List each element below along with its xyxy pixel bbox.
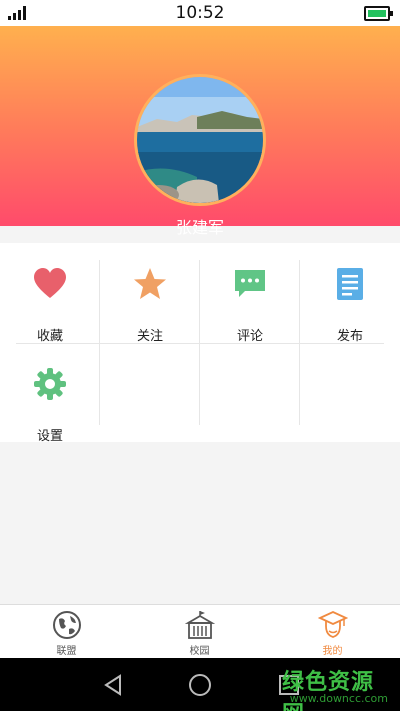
tab-mine[interactable]: 我的 (266, 605, 399, 659)
heart-icon (34, 268, 66, 298)
back-icon[interactable] (100, 672, 126, 698)
watermark-url: www.downcc.com (289, 692, 388, 705)
comment-icon (235, 270, 265, 297)
profile-header: 张建军 (0, 26, 400, 237)
building-icon (185, 611, 215, 639)
username: 张建军 (175, 218, 224, 237)
tab-campus[interactable]: 校园 (133, 605, 266, 659)
function-grid: 收藏 关注 评论 发布 设置 (0, 243, 400, 444)
tab-label: 我的 (322, 646, 343, 657)
grid-item-label: 发布 (336, 329, 363, 344)
document-icon (337, 268, 363, 300)
tab-label: 校园 (189, 646, 210, 657)
star-icon (134, 268, 166, 299)
battery-icon (364, 6, 393, 21)
grid-item-label: 设置 (36, 429, 63, 444)
graduate-icon (318, 611, 348, 638)
grid-item-follow[interactable]: 关注 (100, 263, 200, 347)
bottom-tab-bar: 联盟 校园 我的 (0, 604, 400, 658)
grid-item-label: 收藏 (36, 329, 63, 344)
system-navigation-bar: 绿色资源网 www.downcc.com (0, 658, 400, 711)
status-bar: 10:52 (0, 0, 400, 26)
globe-icon (53, 611, 81, 639)
watermark: 绿色资源网 www.downcc.com (282, 664, 392, 711)
grid-item-label: 评论 (236, 329, 263, 344)
avatar[interactable] (134, 74, 266, 206)
grid-item-publish[interactable]: 发布 (300, 263, 400, 347)
grid-item-comments[interactable]: 评论 (200, 263, 300, 347)
home-icon[interactable] (187, 672, 213, 698)
status-time: 10:52 (175, 3, 225, 23)
grid-item-settings[interactable]: 设置 (0, 363, 100, 447)
tab-label: 联盟 (56, 646, 77, 657)
grid-item-favorites[interactable]: 收藏 (0, 263, 100, 347)
grid-item-label: 关注 (136, 329, 163, 344)
tab-alliance[interactable]: 联盟 (0, 605, 133, 659)
gear-icon (34, 368, 66, 400)
